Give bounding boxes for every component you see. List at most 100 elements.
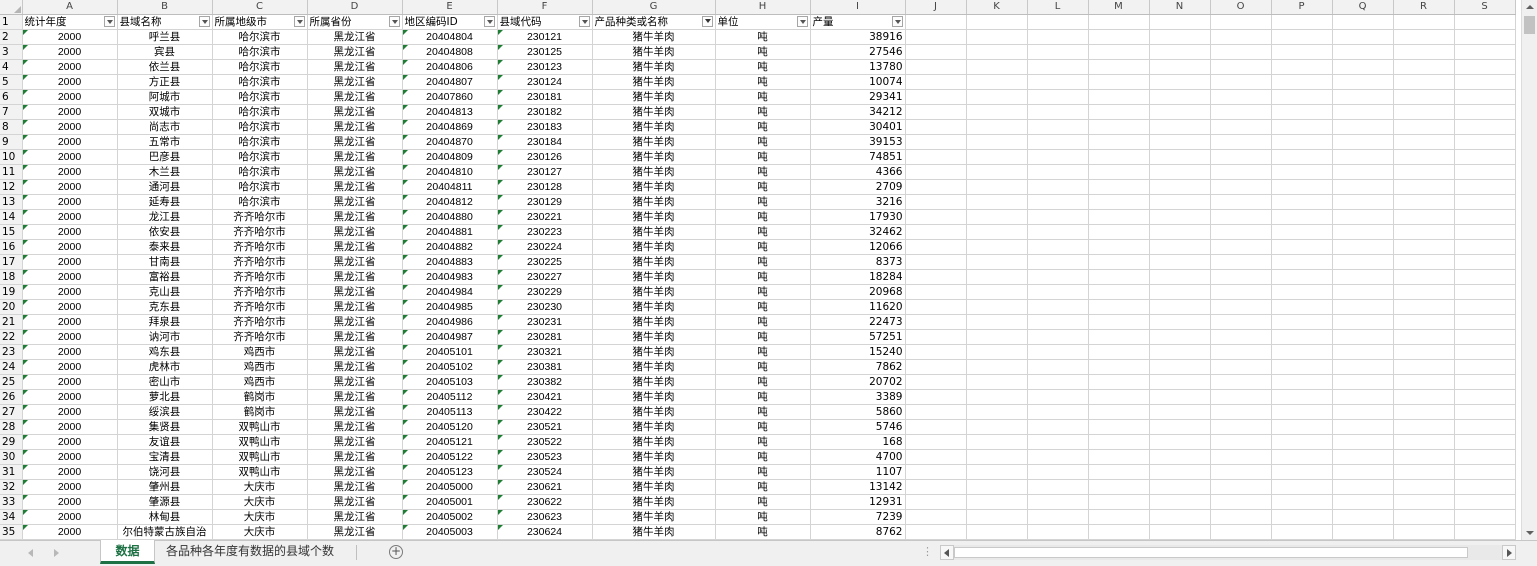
empty-cell[interactable] (966, 134, 1028, 150)
empty-cell[interactable] (905, 239, 967, 255)
filter-dropdown-icon[interactable] (293, 16, 305, 27)
row-header[interactable]: 4 (0, 59, 23, 75)
empty-cell[interactable] (1454, 284, 1516, 300)
empty-cell[interactable] (905, 419, 967, 435)
empty-cell[interactable] (1088, 419, 1150, 435)
empty-cell[interactable] (1149, 104, 1211, 120)
cell[interactable]: 吨 (715, 134, 811, 150)
empty-cell[interactable] (1454, 134, 1516, 150)
cell[interactable]: 猪牛羊肉 (592, 134, 716, 150)
cell[interactable]: 吨 (715, 374, 811, 390)
cell[interactable]: 2709 (810, 179, 906, 195)
empty-cell[interactable] (1149, 524, 1211, 540)
cell[interactable]: 齐齐哈尔市 (212, 284, 308, 300)
column-header[interactable]: P (1271, 0, 1333, 15)
empty-cell[interactable] (1210, 389, 1272, 405)
empty-cell[interactable] (1088, 164, 1150, 180)
empty-cell[interactable] (1454, 74, 1516, 90)
cell[interactable]: 20404880 (402, 209, 498, 225)
empty-cell[interactable] (1454, 14, 1516, 30)
cell[interactable]: 吨 (715, 464, 811, 480)
empty-cell[interactable] (1393, 74, 1455, 90)
row-header[interactable]: 29 (0, 434, 23, 450)
cell[interactable]: 230622 (497, 494, 593, 510)
empty-cell[interactable] (1454, 509, 1516, 525)
empty-cell[interactable] (905, 269, 967, 285)
empty-cell[interactable] (1271, 224, 1333, 240)
cell[interactable]: 吨 (715, 239, 811, 255)
empty-cell[interactable] (966, 194, 1028, 210)
cell[interactable]: 230381 (497, 359, 593, 375)
empty-cell[interactable] (1088, 269, 1150, 285)
empty-cell[interactable] (966, 224, 1028, 240)
empty-cell[interactable] (1149, 134, 1211, 150)
cell[interactable]: 猪牛羊肉 (592, 419, 716, 435)
empty-cell[interactable] (1027, 434, 1089, 450)
empty-cell[interactable] (966, 59, 1028, 75)
empty-cell[interactable] (966, 329, 1028, 345)
empty-cell[interactable] (905, 149, 967, 165)
cell[interactable]: 猪牛羊肉 (592, 179, 716, 195)
empty-cell[interactable] (1332, 239, 1394, 255)
cell[interactable]: 230224 (497, 239, 593, 255)
empty-cell[interactable] (1210, 164, 1272, 180)
empty-cell[interactable] (1271, 164, 1333, 180)
cell[interactable]: 2000 (22, 359, 118, 375)
empty-cell[interactable] (966, 494, 1028, 510)
column-header[interactable]: Q (1332, 0, 1394, 15)
empty-cell[interactable] (1454, 59, 1516, 75)
row-header[interactable]: 34 (0, 509, 23, 525)
cell[interactable]: 230223 (497, 224, 593, 240)
cell[interactable]: 吨 (715, 74, 811, 90)
column-header[interactable]: D (307, 0, 403, 15)
empty-cell[interactable] (1088, 389, 1150, 405)
row-header[interactable]: 10 (0, 149, 23, 165)
filter-dropdown-icon[interactable] (388, 16, 400, 27)
empty-cell[interactable] (1149, 224, 1211, 240)
cell[interactable]: 黑龙江省 (307, 209, 403, 225)
empty-cell[interactable] (1210, 119, 1272, 135)
empty-cell[interactable] (1088, 404, 1150, 420)
select-all-corner[interactable] (0, 0, 23, 15)
cell[interactable]: 32462 (810, 224, 906, 240)
empty-cell[interactable] (1271, 269, 1333, 285)
row-header[interactable]: 7 (0, 104, 23, 120)
empty-cell[interactable] (966, 149, 1028, 165)
cell[interactable]: 猪牛羊肉 (592, 494, 716, 510)
row-header[interactable]: 22 (0, 329, 23, 345)
cell[interactable]: 20404986 (402, 314, 498, 330)
empty-cell[interactable] (1210, 104, 1272, 120)
row-header[interactable]: 33 (0, 494, 23, 510)
cell[interactable]: 黑龙江省 (307, 449, 403, 465)
row-header[interactable]: 1 (0, 14, 23, 30)
empty-cell[interactable] (1149, 404, 1211, 420)
sheet-tab-county-count[interactable]: 各品种各年度有数据的县域个数 (156, 540, 344, 564)
filter-dropdown-icon[interactable] (796, 16, 808, 27)
cell[interactable]: 吨 (715, 419, 811, 435)
cell[interactable]: 20404807 (402, 74, 498, 90)
cell[interactable]: 20405102 (402, 359, 498, 375)
empty-cell[interactable] (1149, 329, 1211, 345)
empty-cell[interactable] (1210, 449, 1272, 465)
split-handle[interactable]: ⋮ (922, 546, 933, 558)
empty-cell[interactable] (1088, 224, 1150, 240)
column-header[interactable]: L (1027, 0, 1089, 15)
cell[interactable]: 猪牛羊肉 (592, 209, 716, 225)
empty-cell[interactable] (905, 119, 967, 135)
empty-cell[interactable] (1454, 494, 1516, 510)
empty-cell[interactable] (1393, 44, 1455, 60)
cell[interactable]: 吨 (715, 104, 811, 120)
cell[interactable]: 8373 (810, 254, 906, 270)
cell[interactable]: 20405000 (402, 479, 498, 495)
empty-cell[interactable] (905, 179, 967, 195)
column-header[interactable]: C (212, 0, 308, 15)
cell[interactable]: 黑龙江省 (307, 464, 403, 480)
empty-cell[interactable] (1393, 509, 1455, 525)
cell[interactable]: 2000 (22, 299, 118, 315)
cell[interactable]: 230422 (497, 404, 593, 420)
empty-cell[interactable] (966, 254, 1028, 270)
row-header[interactable]: 15 (0, 224, 23, 240)
empty-cell[interactable] (1393, 29, 1455, 45)
empty-cell[interactable] (1332, 434, 1394, 450)
cell[interactable]: 吨 (715, 434, 811, 450)
